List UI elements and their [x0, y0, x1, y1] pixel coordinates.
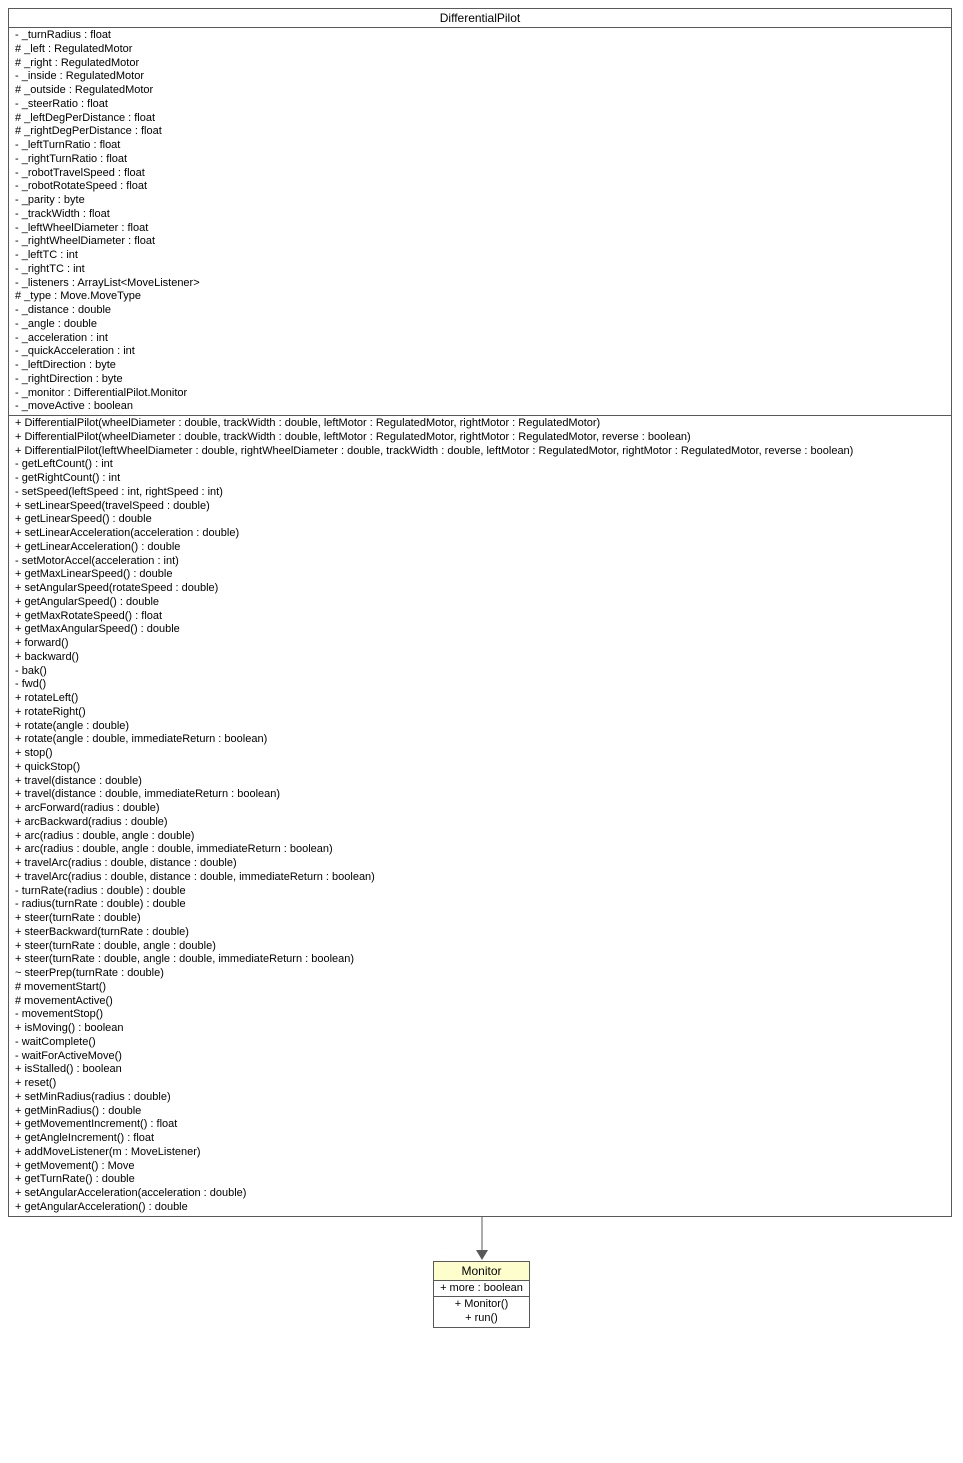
- attribute-row: - _parity : byte: [13, 194, 947, 208]
- method-row: + DifferentialPilot(wheelDiameter : doub…: [13, 417, 947, 431]
- method-row: + isStalled() : boolean: [13, 1063, 947, 1077]
- method-row: + getMaxLinearSpeed() : double: [13, 568, 947, 582]
- method-row: + getTurnRate() : double: [13, 1173, 947, 1187]
- class-monitor: Monitor + more : boolean + Monitor()+ ru…: [433, 1261, 530, 1328]
- method-row: + arc(radius : double, angle : double, i…: [13, 843, 947, 857]
- attribute-row: - _turnRadius : float: [13, 29, 947, 43]
- method-row: # movementActive(): [13, 995, 947, 1009]
- attribute-row: - _listeners : ArrayList<MoveListener>: [13, 277, 947, 291]
- method-row: + steer(turnRate : double): [13, 912, 947, 926]
- attribute-row: - _rightTC : int: [13, 263, 947, 277]
- method-row: + getAngularAcceleration() : double: [13, 1201, 947, 1215]
- method-row: + quickStop(): [13, 761, 947, 775]
- method-row: + setAngularAcceleration(acceleration : …: [13, 1187, 947, 1201]
- method-row: + travelArc(radius : double, distance : …: [13, 857, 947, 871]
- method-row: + setMinRadius(radius : double): [13, 1091, 947, 1105]
- attribute-row: # _left : RegulatedMotor: [13, 43, 947, 57]
- attribute-row: - _robotTravelSpeed : float: [13, 167, 947, 181]
- method-row: + reset(): [13, 1077, 947, 1091]
- methods-section: + DifferentialPilot(wheelDiameter : doub…: [9, 416, 951, 1216]
- attribute-row: # _right : RegulatedMotor: [13, 57, 947, 71]
- connector: Monitor + more : boolean + Monitor()+ ru…: [10, 1217, 954, 1328]
- nesting-arrow-icon: [472, 1217, 492, 1261]
- method-row: - radius(turnRate : double) : double: [13, 898, 947, 912]
- method-row: + steer(turnRate : double, angle : doubl…: [13, 953, 947, 967]
- method-row: + travel(distance : double, immediateRet…: [13, 788, 947, 802]
- attribute-row: - _robotRotateSpeed : float: [13, 180, 947, 194]
- method-row: - movementStop(): [13, 1008, 947, 1022]
- method-row: + Monitor(): [438, 1298, 525, 1312]
- method-row: + getLinearAcceleration() : double: [13, 541, 947, 555]
- attribute-row: - _moveActive : boolean: [13, 400, 947, 414]
- attribute-row: # _type : Move.MoveType: [13, 290, 947, 304]
- attribute-row: - _rightDirection : byte: [13, 373, 947, 387]
- method-row: - waitComplete(): [13, 1036, 947, 1050]
- methods-section: + Monitor()+ run(): [434, 1297, 529, 1327]
- method-row: ~ steerPrep(turnRate : double): [13, 967, 947, 981]
- class-title: Monitor: [434, 1262, 529, 1281]
- method-row: + setAngularSpeed(rotateSpeed : double): [13, 582, 947, 596]
- method-row: + run(): [438, 1312, 525, 1326]
- method-row: + DifferentialPilot(leftWheelDiameter : …: [13, 445, 947, 459]
- method-row: + DifferentialPilot(wheelDiameter : doub…: [13, 431, 947, 445]
- attribute-row: # _rightDegPerDistance : float: [13, 125, 947, 139]
- method-row: - bak(): [13, 665, 947, 679]
- attribute-row: - _steerRatio : float: [13, 98, 947, 112]
- method-row: + isMoving() : boolean: [13, 1022, 947, 1036]
- attribute-row: - _monitor : DifferentialPilot.Monitor: [13, 387, 947, 401]
- method-row: + forward(): [13, 637, 947, 651]
- method-row: - getRightCount() : int: [13, 472, 947, 486]
- attribute-row: - _distance : double: [13, 304, 947, 318]
- method-row: - waitForActiveMove(): [13, 1050, 947, 1064]
- attribute-row: - _rightWheelDiameter : float: [13, 235, 947, 249]
- method-row: - setMotorAccel(acceleration : int): [13, 555, 947, 569]
- attribute-row: - _rightTurnRatio : float: [13, 153, 947, 167]
- method-row: + rotate(angle : double): [13, 720, 947, 734]
- method-row: - turnRate(radius : double) : double: [13, 885, 947, 899]
- method-row: - setSpeed(leftSpeed : int, rightSpeed :…: [13, 486, 947, 500]
- attributes-section: + more : boolean: [434, 1281, 529, 1298]
- attributes-section: - _turnRadius : float# _left : Regulated…: [9, 28, 951, 416]
- attribute-row: # _outside : RegulatedMotor: [13, 84, 947, 98]
- attribute-row: - _acceleration : int: [13, 332, 947, 346]
- method-row: + arc(radius : double, angle : double): [13, 830, 947, 844]
- class-differentialpilot: DifferentialPilot - _turnRadius : float#…: [8, 8, 952, 1217]
- method-row: + getAngularSpeed() : double: [13, 596, 947, 610]
- method-row: # movementStart(): [13, 981, 947, 995]
- method-row: + getMovement() : Move: [13, 1160, 947, 1174]
- attribute-row: - _angle : double: [13, 318, 947, 332]
- method-row: + rotate(angle : double, immediateReturn…: [13, 733, 947, 747]
- attribute-row: # _leftDegPerDistance : float: [13, 112, 947, 126]
- method-row: + getMaxAngularSpeed() : double: [13, 623, 947, 637]
- method-row: + setLinearSpeed(travelSpeed : double): [13, 500, 947, 514]
- method-row: + backward(): [13, 651, 947, 665]
- method-row: + travel(distance : double): [13, 775, 947, 789]
- attribute-row: - _leftTurnRatio : float: [13, 139, 947, 153]
- method-row: + arcForward(radius : double): [13, 802, 947, 816]
- method-row: + setLinearAcceleration(acceleration : d…: [13, 527, 947, 541]
- method-row: - fwd(): [13, 678, 947, 692]
- method-row: + steer(turnRate : double, angle : doubl…: [13, 940, 947, 954]
- attribute-row: - _inside : RegulatedMotor: [13, 70, 947, 84]
- attribute-row: - _leftWheelDiameter : float: [13, 222, 947, 236]
- attribute-row: - _quickAcceleration : int: [13, 345, 947, 359]
- method-row: + steerBackward(turnRate : double): [13, 926, 947, 940]
- method-row: + getMaxRotateSpeed() : float: [13, 610, 947, 624]
- method-row: + stop(): [13, 747, 947, 761]
- method-row: + getMovementIncrement() : float: [13, 1118, 947, 1132]
- method-row: + addMoveListener(m : MoveListener): [13, 1146, 947, 1160]
- method-row: + getMinRadius() : double: [13, 1105, 947, 1119]
- attribute-row: - _leftTC : int: [13, 249, 947, 263]
- attribute-row: + more : boolean: [438, 1282, 525, 1296]
- attribute-row: - _trackWidth : float: [13, 208, 947, 222]
- method-row: + arcBackward(radius : double): [13, 816, 947, 830]
- method-row: - getLeftCount() : int: [13, 458, 947, 472]
- method-row: + rotateRight(): [13, 706, 947, 720]
- attribute-row: - _leftDirection : byte: [13, 359, 947, 373]
- method-row: + travelArc(radius : double, distance : …: [13, 871, 947, 885]
- class-title: DifferentialPilot: [9, 9, 951, 28]
- method-row: + rotateLeft(): [13, 692, 947, 706]
- method-row: + getAngleIncrement() : float: [13, 1132, 947, 1146]
- method-row: + getLinearSpeed() : double: [13, 513, 947, 527]
